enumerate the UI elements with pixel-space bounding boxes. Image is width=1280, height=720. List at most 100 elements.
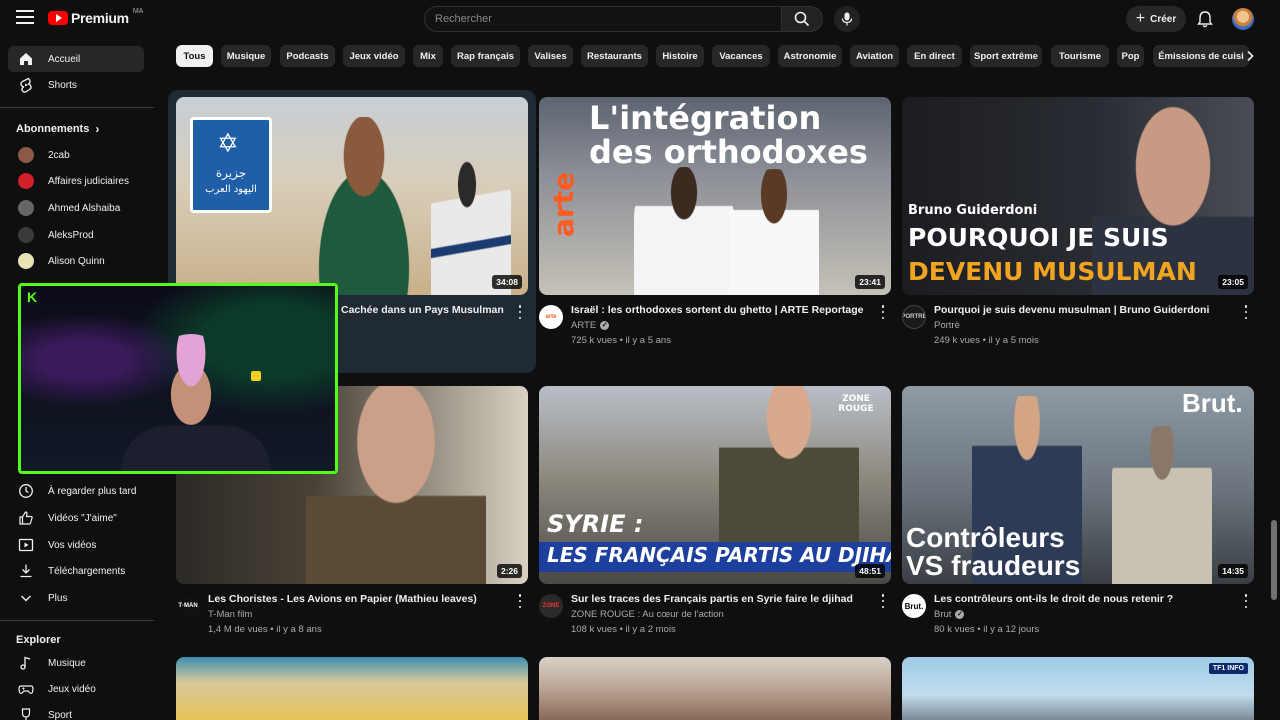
sidebar-item-subscription[interactable]: Ahmed Alshaiba xyxy=(8,195,144,221)
chip[interactable]: Mix xyxy=(413,45,443,67)
sidebar-item-subscription[interactable]: AleksProd xyxy=(8,222,144,248)
chip[interactable]: Émissions de cuisi xyxy=(1153,45,1249,67)
channel-name-label: Portrè xyxy=(934,320,960,331)
thumbnail-headline-2: VS fraudeurs xyxy=(906,550,1081,581)
video-card[interactable]: Bruno Guiderdoni POURQUOI JE SUIS DEVENU… xyxy=(902,97,1254,357)
sidebar-item-downloads[interactable]: Téléchargements xyxy=(8,558,144,584)
thumbnail-headline-2: DEVENU MUSULMAN xyxy=(908,257,1197,286)
video-thumbnail[interactable]: ZONE ROUGE SYRIE : LES FRANÇAIS PARTIS A… xyxy=(539,386,891,584)
subscriptions-heading[interactable]: Abonnements › xyxy=(16,122,99,136)
sidebar-item-music[interactable]: Musique xyxy=(8,650,144,676)
chip[interactable]: Tourisme xyxy=(1051,45,1109,67)
thumbnail-name: Bruno Guiderdoni xyxy=(908,203,1038,218)
notifications-icon[interactable] xyxy=(1196,10,1214,28)
video-more-button[interactable] xyxy=(1242,594,1250,608)
search-input[interactable] xyxy=(425,7,781,31)
shorts-icon xyxy=(18,77,34,93)
sidebar-item-label: Alison Quinn xyxy=(48,255,105,267)
video-card[interactable] xyxy=(176,657,528,720)
sidebar-item-sport[interactable]: Sport xyxy=(8,702,144,720)
sidebar-item-gaming[interactable]: Jeux vidéo xyxy=(8,676,144,702)
video-thumbnail[interactable] xyxy=(539,657,891,720)
video-thumbnail[interactable]: Brut. Contrôleurs VS fraudeurs 14:35 xyxy=(902,386,1254,584)
video-thumbnail[interactable]: TF1 INFO xyxy=(902,657,1254,720)
chip[interactable]: Podcasts xyxy=(280,45,335,67)
page-scrollbar[interactable] xyxy=(1271,520,1277,600)
channel-name[interactable]: ZONE ROUGE : Au cœur de l'action xyxy=(571,609,724,620)
chip[interactable]: Aviation xyxy=(850,45,899,67)
sidebar-item-shorts[interactable]: Shorts xyxy=(8,72,144,98)
video-thumbnail[interactable]: L'intégration des orthodoxes arte 23:41 xyxy=(539,97,891,295)
video-card[interactable]: TF1 INFO xyxy=(902,657,1254,720)
sidebar-item-label: Musique xyxy=(48,657,86,669)
voice-search-button[interactable] xyxy=(834,6,860,32)
channel-avatar[interactable]: Brut. xyxy=(902,594,926,618)
menu-icon[interactable] xyxy=(16,10,34,28)
channel-avatar[interactable]: T·MAN xyxy=(176,594,200,618)
youtube-premium-logo[interactable]: Premium MA xyxy=(48,8,143,26)
chip[interactable]: Rap français xyxy=(451,45,520,67)
video-title[interactable]: Les Choristes - Les Avions en Papier (Ma… xyxy=(208,593,508,605)
video-title[interactable]: Sur les traces des Français partis en Sy… xyxy=(571,593,871,605)
video-card[interactable]: L'intégration des orthodoxes arte 23:41 … xyxy=(539,97,891,357)
sidebar-item-subscription[interactable]: 2cab xyxy=(8,142,144,168)
video-card[interactable]: ZONE ROUGE SYRIE : LES FRANÇAIS PARTIS A… xyxy=(539,386,891,646)
sidebar-item-liked-videos[interactable]: Vidéos "J'aime" xyxy=(8,505,144,531)
chip[interactable]: Histoire xyxy=(656,45,704,67)
video-stats: 108 k vues • il y a 2 mois xyxy=(571,624,676,635)
channel-avatar[interactable]: arte xyxy=(539,305,563,329)
chip[interactable]: Astronomie xyxy=(778,45,842,67)
road-sign: ✡ جزيرة اليهود العرب xyxy=(190,117,272,213)
chip[interactable]: Vacances xyxy=(712,45,770,67)
video-more-button[interactable] xyxy=(879,594,887,608)
sign-text-1: جزيرة xyxy=(215,166,247,180)
chip[interactable]: Musique xyxy=(221,45,271,67)
chip[interactable]: Valises xyxy=(528,45,573,67)
channel-name-label: T-Man film xyxy=(208,609,253,620)
video-thumbnail[interactable] xyxy=(176,657,528,720)
channel-avatar xyxy=(18,200,34,216)
channel-name[interactable]: ARTE ✓ xyxy=(571,320,610,331)
chip[interactable]: En direct xyxy=(907,45,962,67)
chip[interactable]: Pop xyxy=(1117,45,1144,67)
sidebar-item-more[interactable]: Plus xyxy=(8,585,144,611)
thumbnail-headline-2: des orthodoxes xyxy=(589,133,868,171)
sidebar-item-watch-later[interactable]: À regarder plus tard xyxy=(8,478,144,504)
video-title[interactable]: Pourquoi je suis devenu musulman | Bruno… xyxy=(934,304,1234,316)
search-button[interactable] xyxy=(781,6,823,32)
chips-next-button[interactable] xyxy=(1240,46,1260,66)
video-more-button[interactable] xyxy=(879,305,887,319)
video-more-button[interactable] xyxy=(516,305,524,319)
sidebar-item-subscription[interactable]: Alison Quinn xyxy=(8,248,144,274)
channel-name[interactable]: Portrè xyxy=(934,320,960,331)
video-card[interactable]: Brut. Contrôleurs VS fraudeurs 14:35 Bru… xyxy=(902,386,1254,646)
sidebar-item-subscription[interactable]: Affaires judiciaires xyxy=(8,168,144,194)
sidebar-divider xyxy=(0,107,154,108)
video-thumbnail[interactable]: ✡ جزيرة اليهود العرب 34:08 xyxy=(176,97,528,295)
thumbnail-headline-1: L'intégration xyxy=(589,99,822,137)
chip[interactable]: Restaurants xyxy=(581,45,648,67)
sidebar-item-label: Plus xyxy=(48,592,68,604)
video-thumbnail[interactable]: Bruno Guiderdoni POURQUOI JE SUIS DEVENU… xyxy=(902,97,1254,295)
video-card[interactable] xyxy=(539,657,891,720)
trophy-icon xyxy=(18,707,34,720)
channel-avatar[interactable]: ZONE xyxy=(539,594,563,618)
video-title[interactable]: Israël : les orthodoxes sortent du ghett… xyxy=(571,304,871,316)
chip-all[interactable]: Tous xyxy=(176,45,213,67)
account-avatar[interactable] xyxy=(1232,8,1254,30)
chip[interactable]: Jeux vidéo xyxy=(343,45,405,67)
channel-name[interactable]: Brut ✓ xyxy=(934,609,965,620)
sidebar-item-home[interactable]: Accueil xyxy=(8,46,144,72)
video-duration: 23:05 xyxy=(1218,275,1248,289)
search-box xyxy=(424,6,782,32)
video-more-button[interactable] xyxy=(1242,305,1250,319)
channel-avatar[interactable]: PORTRÈ xyxy=(902,305,926,329)
youtube-logo-icon xyxy=(48,11,68,25)
video-title[interactable]: Les contrôleurs ont-ils le droit de nous… xyxy=(934,593,1234,605)
chip[interactable]: Sport extrême xyxy=(970,45,1042,67)
video-more-button[interactable] xyxy=(516,594,524,608)
clock-icon xyxy=(18,483,34,499)
sidebar-item-your-videos[interactable]: Vos vidéos xyxy=(8,532,144,558)
channel-name[interactable]: T-Man film xyxy=(208,609,252,620)
create-button[interactable]: + Créer xyxy=(1126,6,1186,32)
